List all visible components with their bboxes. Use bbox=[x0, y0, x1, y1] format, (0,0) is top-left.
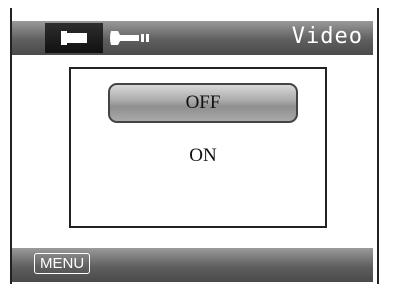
option-dialog: OFF ON bbox=[69, 67, 327, 228]
video-camera-icon bbox=[61, 31, 87, 45]
mode-title: Video bbox=[291, 24, 363, 49]
top-bar: Video bbox=[12, 21, 373, 55]
tab-video[interactable] bbox=[45, 23, 103, 53]
option-off-selected[interactable]: OFF bbox=[108, 83, 298, 123]
option-on[interactable]: ON bbox=[108, 141, 298, 171]
wrench-settings-icon[interactable] bbox=[109, 23, 159, 53]
bottom-bar: MENU bbox=[12, 248, 373, 282]
menu-button[interactable]: MENU bbox=[34, 253, 91, 274]
